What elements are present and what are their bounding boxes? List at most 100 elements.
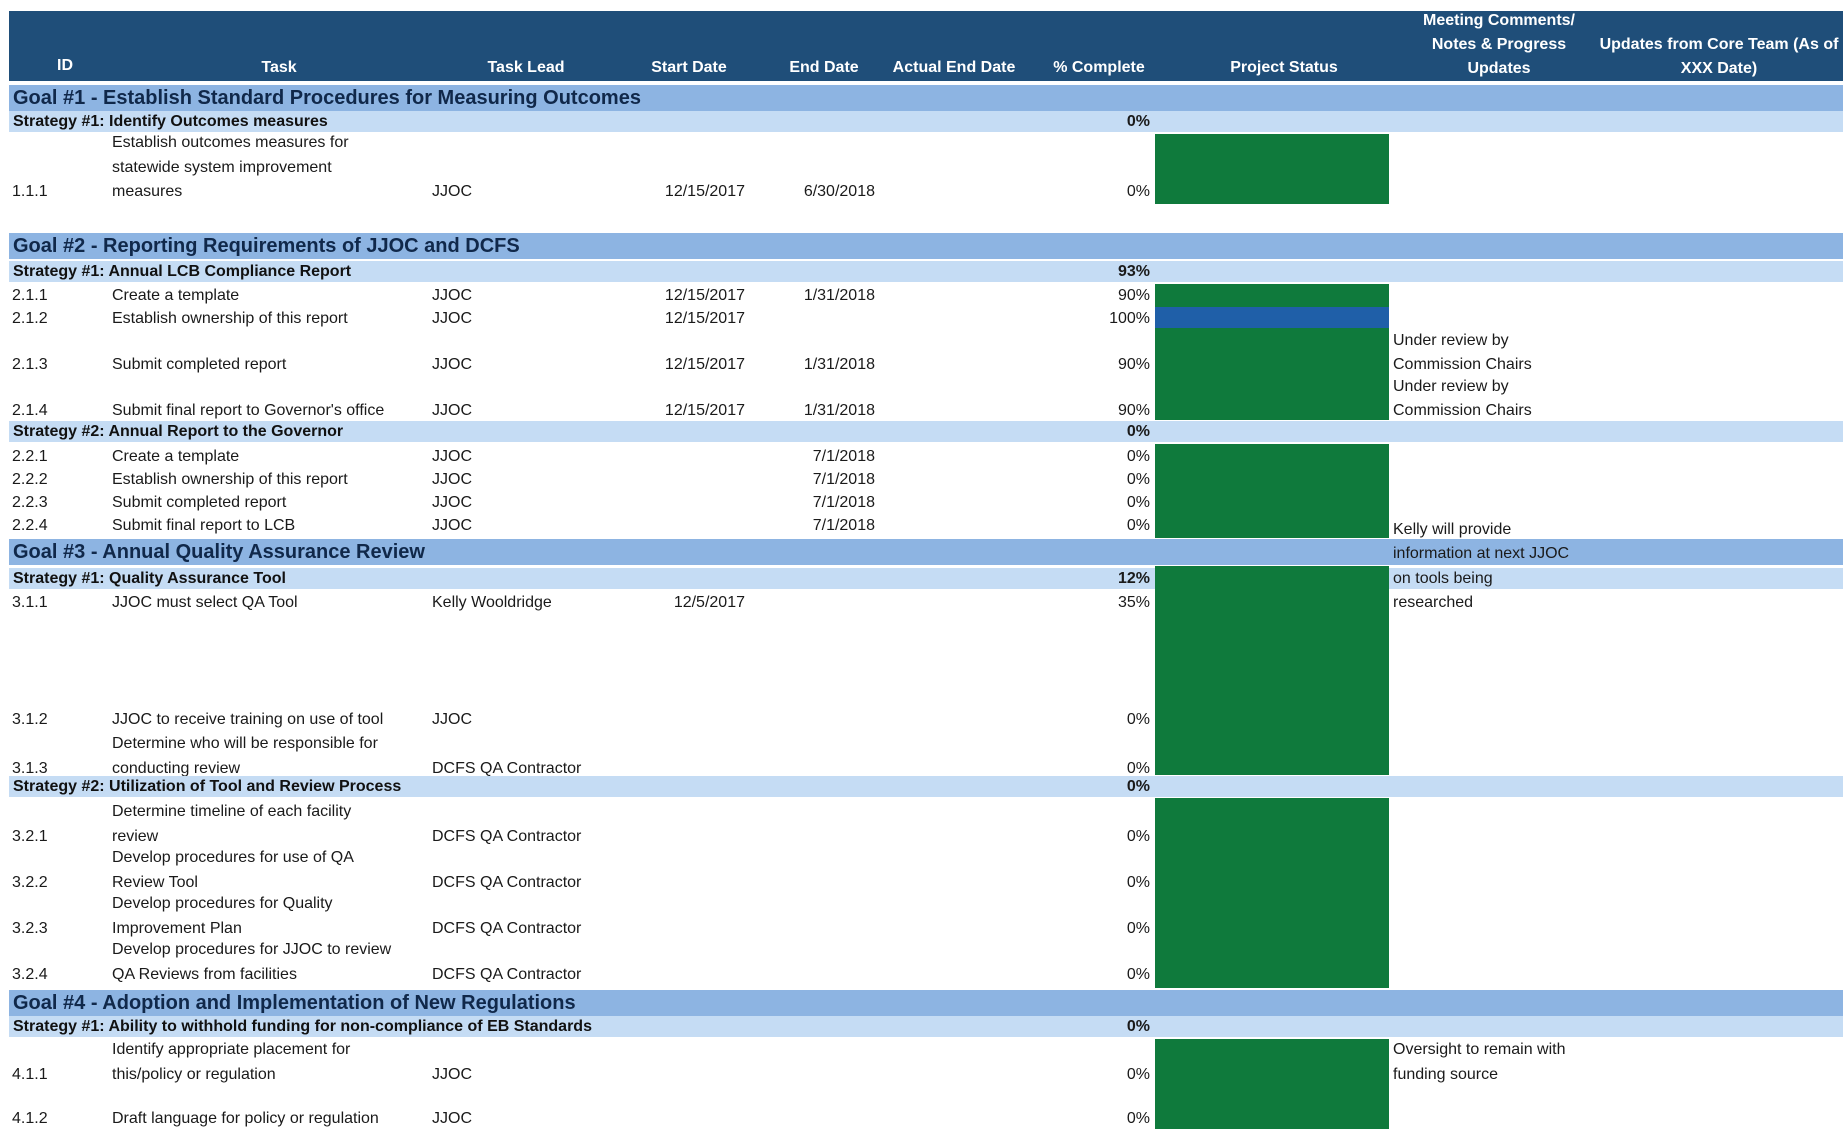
task-pct-complete: 90% xyxy=(1117,402,1150,419)
strategy-pct-complete: 12% xyxy=(1117,570,1150,587)
meeting-comment: Commission Chairs xyxy=(1393,402,1532,419)
task-lead: JJOC xyxy=(432,471,472,488)
meeting-comment: researched xyxy=(1393,594,1474,611)
task-pct-complete: 90% xyxy=(1117,356,1150,373)
task-id: 3.1.1 xyxy=(12,594,48,611)
task-pct-complete: 0% xyxy=(1126,965,1150,983)
task-name: review xyxy=(112,827,159,845)
task-end-date: 1/31/2018 xyxy=(803,402,875,419)
task-pct-complete: 35% xyxy=(1117,594,1150,611)
task-start-date: 12/15/2017 xyxy=(664,356,745,373)
meeting-comment: funding source xyxy=(1393,1065,1498,1083)
header-project-status: Project Status xyxy=(1230,59,1338,76)
header-task: Task xyxy=(261,59,297,76)
meeting-comment: Commission Chairs xyxy=(1393,356,1532,373)
task-pct-complete: 0% xyxy=(1126,873,1150,891)
task-lead: DCFS QA Contractor xyxy=(432,919,582,937)
column-header-row: ID Task Task Lead Start Date End Date Ac… xyxy=(9,11,1843,81)
task-pct-complete: 0% xyxy=(1126,448,1150,465)
task-name: Develop procedures for use of QA xyxy=(112,849,354,866)
task-pct-complete: 0% xyxy=(1126,517,1150,534)
task-id: 3.2.3 xyxy=(12,919,48,937)
task-pct-complete: 0% xyxy=(1126,471,1150,488)
goal-title: Goal #3 - Annual Quality Assurance Revie… xyxy=(13,541,425,563)
task-name: QA Reviews from facilities xyxy=(112,965,297,983)
task-id: 1.1.1 xyxy=(12,183,48,200)
strategy-pct-complete: 0% xyxy=(1126,423,1150,440)
task-end-date: 1/31/2018 xyxy=(803,287,875,304)
strategy-pct-complete: 0% xyxy=(1126,113,1150,130)
task-name: Identify appropriate placement for xyxy=(112,1041,351,1058)
header-start-date: Start Date xyxy=(651,59,727,76)
task-lead: JJOC xyxy=(432,1110,472,1127)
task-start-date: 12/15/2017 xyxy=(664,402,745,419)
meeting-comment: Under review by xyxy=(1393,377,1509,395)
task-name: Determine timeline of each facility xyxy=(112,803,352,820)
task-end-date: 7/1/2018 xyxy=(812,448,875,465)
task-id: 2.2.1 xyxy=(12,448,48,465)
task-name: Improvement Plan xyxy=(112,919,242,937)
task-pct-complete: 0% xyxy=(1126,183,1150,200)
task-lead: JJOC xyxy=(432,517,472,534)
strategy-title: Strategy #1: Ability to withhold funding… xyxy=(13,1018,592,1035)
task-pct-complete: 0% xyxy=(1126,494,1150,511)
header-meeting-comments-line-2: Notes & Progress xyxy=(1431,36,1567,53)
task-lead: JJOC xyxy=(432,1065,472,1083)
task-pct-complete: 100% xyxy=(1109,310,1150,327)
task-pct-complete: 0% xyxy=(1126,919,1150,937)
task-lead: DCFS QA Contractor xyxy=(432,827,582,845)
project-status-block xyxy=(1155,307,1389,328)
task-name: Submit completed report xyxy=(112,494,287,511)
task-lead: DCFS QA Contractor xyxy=(432,873,582,891)
meeting-comment: on tools being xyxy=(1393,569,1493,587)
task-lead: JJOC xyxy=(432,448,472,465)
task-id: 2.2.2 xyxy=(12,471,48,488)
task-name: Establish ownership of this report xyxy=(112,310,348,327)
task-end-date: 7/1/2018 xyxy=(812,494,875,511)
strategy-pct-complete: 0% xyxy=(1126,1018,1150,1035)
task-lead: JJOC xyxy=(432,310,472,327)
header-meeting-comments-line-3: Updates xyxy=(1467,60,1531,77)
project-status-block xyxy=(1155,566,1389,775)
task-end-date: 1/31/2018 xyxy=(803,356,875,373)
task-id: 2.1.2 xyxy=(12,310,48,327)
header-meeting-comments-line-1: Meeting Comments/ xyxy=(1422,12,1575,29)
meeting-comment: Oversight to remain with xyxy=(1393,1041,1566,1058)
task-lead: JJOC xyxy=(432,711,472,728)
task-pct-complete: 90% xyxy=(1117,287,1150,304)
task-id: 2.1.3 xyxy=(12,356,48,373)
task-name: Establish outcomes measures for xyxy=(112,134,349,151)
goal-title: Goal #2 - Reporting Requirements of JJOC… xyxy=(13,235,520,257)
meeting-comment: Under review by xyxy=(1393,331,1509,349)
strategy-pct-complete: 93% xyxy=(1117,263,1150,280)
task-id: 2.1.4 xyxy=(12,402,48,419)
task-end-date: 7/1/2018 xyxy=(812,471,875,488)
task-name: measures xyxy=(112,183,183,200)
task-lead: JJOC xyxy=(432,183,472,200)
strategy-title: Strategy #1: Annual LCB Compliance Repor… xyxy=(13,263,352,280)
strategy-title: Strategy #1: Quality Assurance Tool xyxy=(13,570,286,587)
task-lead: JJOC xyxy=(432,494,472,511)
task-name: Submit final report to Governor's office xyxy=(112,402,385,419)
task-start-date: 12/5/2017 xyxy=(673,594,745,611)
task-id: 3.2.1 xyxy=(12,827,48,845)
task-lead: JJOC xyxy=(432,356,472,373)
task-id: 4.1.1 xyxy=(12,1065,48,1083)
strategy-title: Strategy #1: Identify Outcomes measures xyxy=(13,113,328,130)
project-tracker-sheet: ID Task Task Lead Start Date End Date Ac… xyxy=(0,0,1843,1129)
task-name: Develop procedures for Quality xyxy=(112,895,333,912)
header-core-updates-line-2: XXX Date) xyxy=(1680,60,1758,77)
strategy-title: Strategy #2: Utilization of Tool and Rev… xyxy=(13,778,402,795)
task-pct-complete: 0% xyxy=(1126,827,1150,845)
task-id: 3.2.4 xyxy=(12,965,48,983)
project-status-block xyxy=(1155,134,1389,204)
task-start-date: 12/15/2017 xyxy=(664,287,745,304)
task-id: 4.1.2 xyxy=(12,1110,48,1127)
task-pct-complete: 0% xyxy=(1126,1065,1150,1083)
task-id: 2.2.3 xyxy=(12,494,48,511)
task-name: Submit completed report xyxy=(112,356,287,373)
task-name: Draft language for policy or regulation xyxy=(112,1110,379,1127)
project-status-block xyxy=(1155,1039,1389,1129)
project-status-block xyxy=(1155,284,1389,307)
goal-title: Goal #1 - Establish Standard Procedures … xyxy=(13,87,641,109)
